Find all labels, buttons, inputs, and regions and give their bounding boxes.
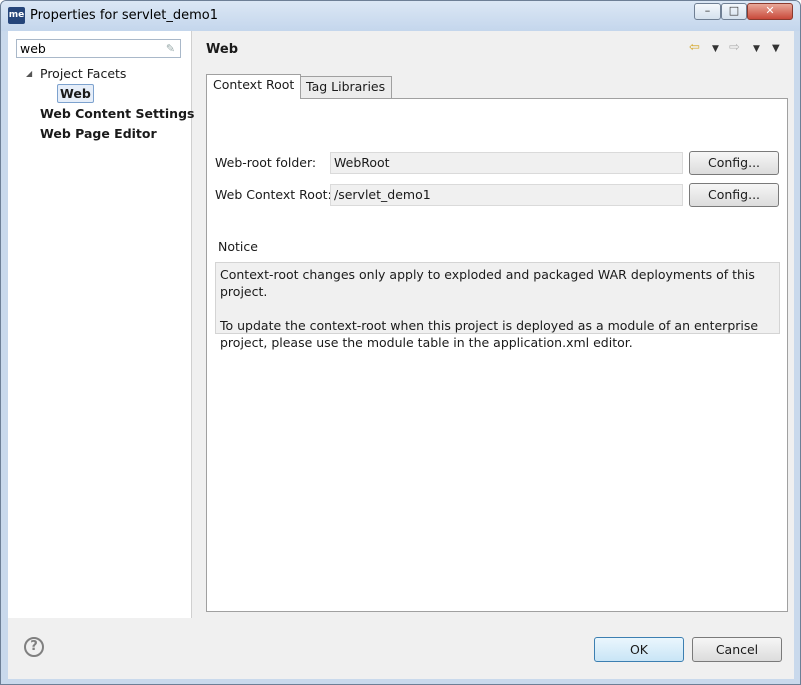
cancel-button[interactable]: Cancel — [692, 637, 782, 662]
minimize-button[interactable]: – — [694, 3, 721, 20]
tree-item-web-page-editor[interactable]: Web Page Editor — [40, 126, 157, 141]
context-root-tab-content: Web-root folder: WebRoot Config... Web C… — [206, 98, 788, 612]
properties-dialog: me Properties for servlet_demo1 – □ ✕ ✎ … — [0, 0, 801, 685]
forward-arrow-icon[interactable]: ⇨ — [729, 40, 740, 55]
help-icon[interactable]: ? — [24, 637, 44, 657]
tree-item-project-facets[interactable]: Project Facets — [40, 66, 126, 81]
web-context-root-label: Web Context Root: — [215, 187, 332, 202]
category-panel: ✎ ◢ Project Facets Web Web Content Setti… — [8, 31, 194, 618]
page-title: Web — [206, 42, 238, 57]
close-button[interactable]: ✕ — [747, 3, 793, 20]
ok-button[interactable]: OK — [594, 637, 684, 662]
notice-line-1: Context-root changes only apply to explo… — [220, 267, 755, 299]
context-root-config-button[interactable]: Config... — [689, 183, 779, 207]
tab-tag-libraries[interactable]: Tag Libraries — [299, 76, 393, 98]
tree-item-web[interactable]: Web — [57, 84, 94, 103]
back-dropdown-icon[interactable]: ▼ — [712, 44, 719, 54]
web-context-root-field[interactable]: /servlet_demo1 — [330, 184, 683, 206]
filter-input[interactable] — [17, 40, 160, 57]
web-root-folder-label: Web-root folder: — [215, 155, 317, 170]
expanded-arrow-icon[interactable]: ◢ — [26, 69, 32, 78]
view-menu-icon[interactable]: ▼ — [772, 43, 780, 54]
window-title: Properties for servlet_demo1 — [30, 8, 218, 23]
maximize-button[interactable]: □ — [721, 3, 747, 20]
notice-title: Notice — [218, 239, 258, 254]
filter-field[interactable]: ✎ — [16, 39, 181, 58]
tab-context-root[interactable]: Context Root — [206, 74, 302, 99]
clear-filter-icon[interactable]: ✎ — [164, 42, 177, 55]
dialog-body: ✎ ◢ Project Facets Web Web Content Setti… — [8, 31, 794, 679]
title-bar[interactable]: me Properties for servlet_demo1 – □ ✕ — [1, 1, 800, 31]
web-root-folder-field[interactable]: WebRoot — [330, 152, 683, 174]
app-logo-icon: me — [8, 7, 25, 24]
properties-page: Web ⇦ ▼ ⇨ ▼ ▼ Context Root Tag Libraries… — [192, 31, 794, 618]
back-arrow-icon[interactable]: ⇦ — [689, 40, 700, 55]
web-root-config-button[interactable]: Config... — [689, 151, 779, 175]
forward-dropdown-icon[interactable]: ▼ — [753, 44, 760, 54]
tree-item-web-content-settings[interactable]: Web Content Settings — [40, 106, 194, 121]
notice-box: Context-root changes only apply to explo… — [215, 262, 780, 350]
notice-line-2: To update the context-root when this pro… — [220, 318, 759, 350]
